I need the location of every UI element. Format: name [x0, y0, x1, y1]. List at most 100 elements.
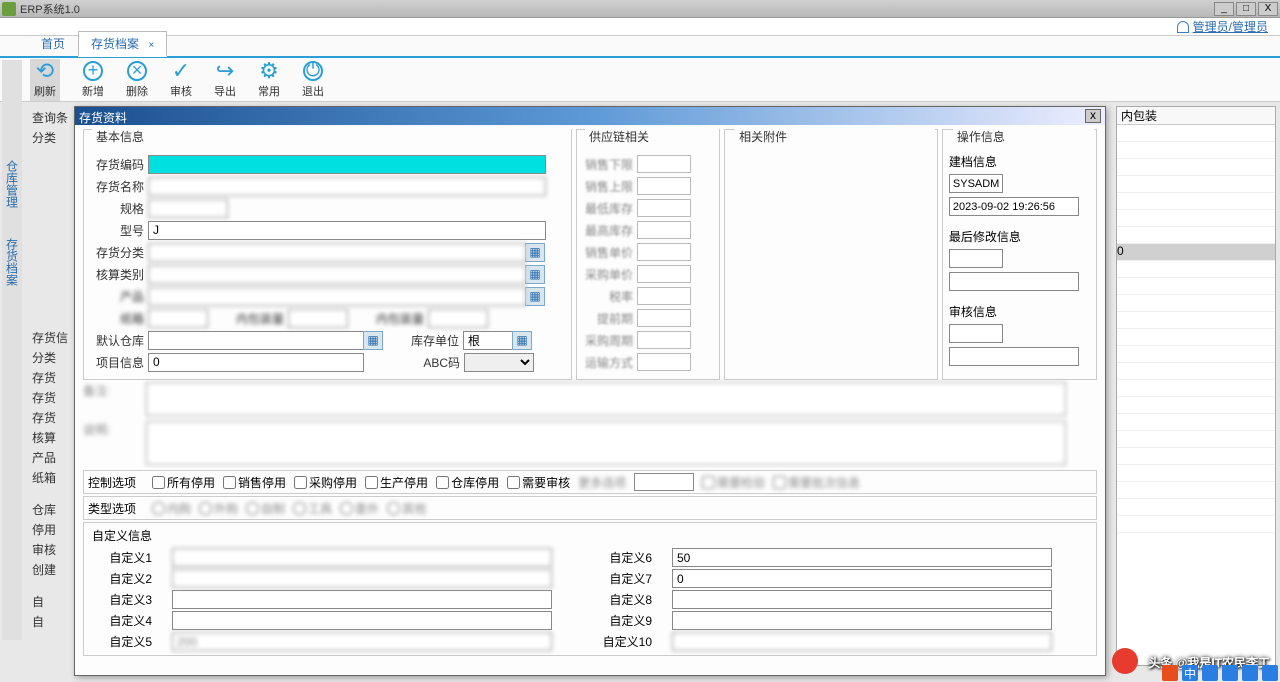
custom10-input[interactable]	[672, 632, 1052, 651]
nav-warehouse[interactable]: 仓库管理	[4, 160, 21, 208]
refresh-icon: ⟲	[35, 61, 55, 81]
custom6-input[interactable]	[672, 548, 1052, 567]
audit-user-field	[949, 324, 1003, 343]
nav-inventory-archive[interactable]: 存货档案	[4, 238, 21, 286]
export-icon: ↪	[215, 61, 235, 81]
category-input[interactable]	[148, 243, 526, 262]
custom1-input[interactable]	[172, 548, 552, 567]
refresh-button[interactable]: ⟲刷新	[30, 59, 60, 101]
custom5-input[interactable]	[172, 632, 552, 651]
app-icon	[2, 2, 16, 16]
supply-field-4[interactable]	[637, 221, 691, 239]
common-button[interactable]: ⚙常用	[258, 61, 280, 99]
create-user-field	[949, 174, 1003, 193]
dialog-title: 存货资料	[79, 109, 127, 123]
supply-field-9[interactable]	[637, 331, 691, 349]
supply-field-10[interactable]	[637, 353, 691, 371]
model-input[interactable]	[148, 221, 546, 240]
plus-icon: +	[83, 61, 103, 81]
custom-fields-group: 自定义信息 自定义1 自定义6 自定义2 自定义7 自定义3 自定义8 自定义4…	[83, 522, 1097, 656]
lastmod-time-field	[949, 272, 1079, 291]
product-picker-button[interactable]: ▦	[525, 287, 545, 306]
supply-field-5[interactable]	[637, 243, 691, 261]
close-button[interactable]: X	[1258, 2, 1278, 16]
attachments-group: 相关附件	[724, 129, 938, 380]
supply-field-2[interactable]	[637, 177, 691, 195]
control-options-row: 控制选项 所有停用 销售停用 采购停用 生产停用 仓库停用 需要审核 更多选项 …	[83, 470, 1097, 494]
custom9-input[interactable]	[672, 611, 1052, 630]
abc-code-select[interactable]	[464, 353, 534, 372]
custom8-input[interactable]	[672, 590, 1052, 609]
custom4-input[interactable]	[172, 611, 552, 630]
category-picker-button[interactable]: ▦	[525, 243, 545, 262]
user-name[interactable]: 管理员/管理员	[1193, 18, 1268, 35]
warehouse-stop-checkbox[interactable]: 仓库停用	[436, 474, 499, 491]
all-stop-checkbox[interactable]: 所有停用	[152, 474, 215, 491]
window-titlebar: ERP系统1.0 _ □ X	[0, 0, 1280, 18]
basic-info-group: 基本信息 存货编码 存货名称 规格 型号 存货分类▦ 核算类别▦ 产品▦ 纸箱内…	[83, 129, 572, 380]
delete-button[interactable]: ×删除	[126, 61, 148, 99]
supply-field-8[interactable]	[637, 309, 691, 327]
lastmod-user-field	[949, 249, 1003, 268]
app-title: ERP系统1.0	[20, 1, 1214, 17]
unit-picker-button[interactable]: ▦	[512, 331, 532, 350]
watermark-logo-icon	[1112, 648, 1138, 674]
exit-button[interactable]: ⏻退出	[302, 61, 324, 99]
user-icon	[1177, 21, 1189, 33]
toolbar: ⟲刷新 +新增 ×删除 ✓审核 ↪导出 ⚙常用 ⏻退出	[0, 58, 1280, 102]
account-type-picker-button[interactable]: ▦	[525, 265, 545, 284]
product-input[interactable]	[148, 287, 526, 306]
remark-textarea[interactable]	[146, 382, 1066, 416]
warehouse-picker-button[interactable]: ▦	[363, 331, 383, 350]
tray-icon-4[interactable]	[1222, 665, 1238, 681]
audit-time-field	[949, 347, 1079, 366]
cross-icon: ×	[127, 61, 147, 81]
grid-header-packaging[interactable]: 内包装	[1117, 107, 1275, 125]
dialog-close-button[interactable]: x	[1085, 109, 1101, 123]
prod-stop-checkbox[interactable]: 生产停用	[365, 474, 428, 491]
inventory-name-input[interactable]	[148, 177, 546, 196]
tab-close-icon[interactable]: ×	[148, 40, 154, 51]
tab-home[interactable]: 首页	[28, 31, 78, 56]
dialog-titlebar[interactable]: 存货资料 x	[75, 107, 1105, 125]
main-tabs: 首页 存货档案 ×	[0, 36, 1280, 58]
sale-stop-checkbox[interactable]: 销售停用	[223, 474, 286, 491]
export-button[interactable]: ↪导出	[214, 61, 236, 99]
audit-button[interactable]: ✓审核	[170, 61, 192, 99]
account-type-input[interactable]	[148, 265, 526, 284]
custom2-input[interactable]	[172, 569, 552, 588]
supply-field-3[interactable]	[637, 199, 691, 217]
inventory-dialog: 存货资料 x 基本信息 存货编码 存货名称 规格 型号 存货分类▦ 核算类别▦ …	[74, 106, 1106, 676]
need-audit-checkbox[interactable]: 需要审核	[507, 474, 570, 491]
grid-selected-row[interactable]: 0	[1117, 244, 1275, 261]
supply-field-6[interactable]	[637, 265, 691, 283]
maximize-button[interactable]: □	[1236, 2, 1256, 16]
description-textarea[interactable]	[146, 421, 1066, 465]
tray-icon-5[interactable]	[1242, 665, 1258, 681]
system-tray: 中	[1162, 664, 1278, 682]
default-warehouse-input[interactable]	[148, 331, 364, 350]
tray-icon-3[interactable]	[1202, 665, 1218, 681]
operation-info-group: 操作信息 建档信息 最后修改信息 审核信息	[942, 129, 1097, 380]
tray-icon-1[interactable]	[1162, 665, 1178, 681]
tab-inventory-archive[interactable]: 存货档案 ×	[78, 31, 167, 57]
left-nav-strip: 仓库管理 存货档案	[2, 60, 22, 640]
purchase-stop-checkbox[interactable]: 采购停用	[294, 474, 357, 491]
tray-icon-6[interactable]	[1262, 665, 1278, 681]
inventory-code-input[interactable]	[148, 155, 546, 174]
stock-unit-input[interactable]	[463, 331, 513, 350]
add-button[interactable]: +新增	[82, 61, 104, 99]
project-info-input[interactable]	[148, 353, 364, 372]
spec-input[interactable]	[148, 199, 228, 218]
power-icon: ⏻	[303, 61, 323, 81]
custom7-input[interactable]	[672, 569, 1052, 588]
supply-field-1[interactable]	[637, 155, 691, 173]
supply-field-7[interactable]	[637, 287, 691, 305]
minimize-button[interactable]: _	[1214, 2, 1234, 16]
gear-icon: ⚙	[259, 61, 279, 81]
supply-chain-group: 供应链相关 销售下限 销售上限 最低库存 最高库存 销售单价 采购单价 税率 提…	[576, 129, 720, 380]
custom3-input[interactable]	[172, 590, 552, 609]
tab-label: 存货档案	[91, 37, 139, 51]
right-data-grid[interactable]: 内包装 0	[1116, 106, 1276, 666]
create-time-field	[949, 197, 1079, 216]
